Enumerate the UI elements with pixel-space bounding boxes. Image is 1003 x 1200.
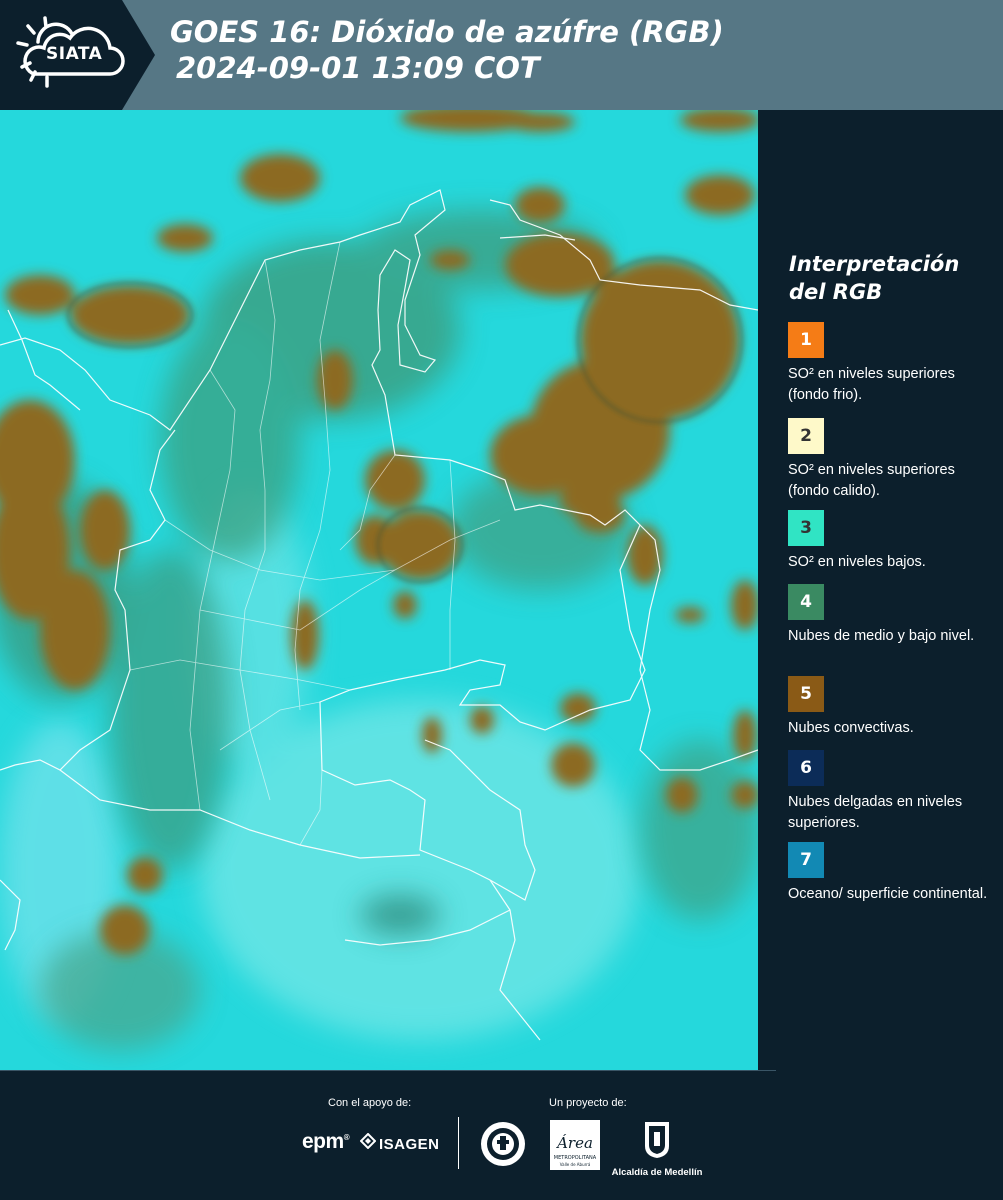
footer: Con el apoyo de: Un proyecto de: epm® IS…: [0, 1070, 1003, 1200]
legend-desc-3: SO² en niveles bajos.: [788, 554, 926, 570]
legend-swatch-2: 2: [788, 418, 824, 454]
legend-item-6: 6 Nubes delgadas en niveles superiores.: [788, 750, 988, 834]
legend-swatch-5: 5: [788, 676, 824, 712]
logo-text: SIATA: [46, 44, 103, 64]
legend-item-2: 2 SO² en niveles superiores (fondo calid…: [788, 418, 988, 502]
isagen-logo: ISAGEN: [360, 1133, 440, 1153]
legend-swatch-7: 7: [788, 842, 824, 878]
support-label: Con el apoyo de:: [328, 1097, 412, 1109]
legend-swatch-3: 3: [788, 510, 824, 546]
legend-swatch-6: 6: [788, 750, 824, 786]
area-logo-sub2: Valle de Aburrá: [560, 1162, 591, 1167]
legend-title: Interpretación del RGB: [789, 250, 989, 306]
alcaldia-label: Alcaldía de Medellín: [611, 1167, 703, 1178]
title-line-2: 2024-09-01 13:09 COT: [176, 51, 540, 85]
legend-desc-1: SO² en niveles superiores (fondo frio).: [788, 366, 955, 403]
legend-swatch-4: 4: [788, 584, 824, 620]
legend-title-line-2: del RGB: [789, 280, 883, 304]
legend-item-3: 3 SO² en niveles bajos.: [788, 510, 988, 573]
alcaldia-shield-icon: [645, 1122, 669, 1158]
legend-desc-4: Nubes de medio y bajo nivel.: [788, 628, 975, 644]
header-bar: SIATA GOES 16: Dióxido de azúfre (RGB) 2…: [0, 0, 1003, 110]
footer-divider-line: [0, 1070, 776, 1071]
epm-logo-text: epm: [302, 1130, 344, 1153]
area-logo-text: Área: [555, 1134, 593, 1152]
legend-desc-6: Nubes delgadas en niveles superiores.: [788, 794, 963, 831]
legend-swatch-1: 1: [788, 322, 824, 358]
legend-item-1: 1 SO² en niveles superiores (fondo frio)…: [788, 322, 988, 406]
legend-item-4: 4 Nubes de medio y bajo nivel.: [788, 584, 988, 647]
area-metropolitana-mark: Área METROPOLITANA Valle de Aburrá: [550, 1120, 600, 1170]
legend-panel: Interpretación del RGB 1 SO² en niveles …: [762, 110, 1003, 1070]
isagen-logo-text: ISAGEN: [379, 1136, 440, 1153]
legend-desc-2: SO² en niveles superiores (fondo calido)…: [788, 462, 955, 499]
footer-vertical-divider: [458, 1117, 459, 1169]
epm-logo: epm®: [302, 1130, 350, 1153]
title-line-1: GOES 16: Dióxido de azúfre (RGB): [170, 15, 724, 49]
legend-desc-7: Oceano/ superficie continental.: [788, 886, 988, 902]
legend-item-5: 5 Nubes convectivas.: [788, 676, 988, 739]
legend-title-line-1: Interpretación: [789, 252, 960, 276]
isagen-mark-icon: [360, 1133, 376, 1149]
alcaldia-logo: Alcaldía de Medellín: [611, 1120, 703, 1178]
project-label: Un proyecto de:: [549, 1097, 627, 1109]
satellite-map[interactable]: [0, 110, 758, 1070]
area-logo-sub: METROPOLITANA: [554, 1155, 597, 1161]
legend-desc-5: Nubes convectivas.: [788, 720, 914, 736]
area-metropolitana-logo: Área METROPOLITANA Valle de Aburrá: [550, 1120, 600, 1175]
legend-item-7: 7 Oceano/ superficie continental.: [788, 842, 988, 905]
medellin-seal-icon: [481, 1122, 525, 1166]
page-title: GOES 16: Dióxido de azúfre (RGB) 2024-09…: [170, 14, 724, 86]
